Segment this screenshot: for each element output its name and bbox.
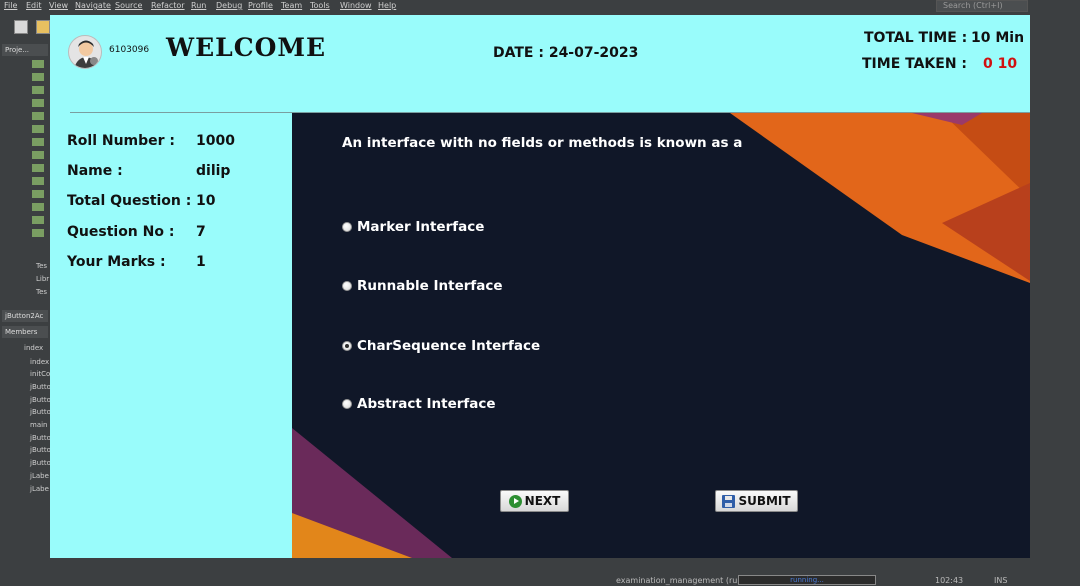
option-marker-interface[interactable]: Marker Interface	[342, 218, 484, 236]
option-label[interactable]: Runnable Interface	[357, 278, 503, 294]
status-insert-mode: INS	[994, 576, 1008, 585]
menu-navigate[interactable]: Navigate	[75, 1, 111, 10]
menu-tools[interactable]: Tools	[310, 1, 330, 10]
tree-node-icon	[32, 125, 44, 133]
time-taken-label: TIME TAKEN :	[862, 56, 968, 72]
radio-button-selected[interactable]	[342, 341, 352, 351]
tree-node-icon	[32, 99, 44, 107]
option-label[interactable]: Marker Interface	[357, 219, 484, 235]
ide-toolbar	[0, 14, 50, 40]
next-button[interactable]: NEXT	[500, 490, 569, 512]
member-item[interactable]: jLabe	[30, 472, 49, 480]
ide-menubar: File Edit View Navigate Source Refactor …	[0, 0, 1080, 14]
option-runnable-interface[interactable]: Runnable Interface	[342, 277, 503, 295]
option-abstract-interface[interactable]: Abstract Interface	[342, 395, 496, 413]
member-item[interactable]: main	[30, 421, 48, 429]
total-time-label: TOTAL TIME :	[864, 30, 968, 46]
ide-left-panel: Proje... Tes Libr Tes jButton2Ac Members…	[0, 40, 51, 560]
member-item[interactable]: jButto	[30, 383, 51, 391]
member-item[interactable]: jLabe	[30, 485, 49, 493]
name-value: dilip	[196, 163, 231, 179]
submit-button-label: SUBMIT	[738, 494, 791, 508]
tree-node-icon	[32, 164, 44, 172]
your-marks-value: 1	[196, 254, 206, 270]
total-time-value: 10 Min	[971, 30, 1025, 46]
user-id: 6103096	[109, 45, 150, 55]
ide-right-panel	[1030, 14, 1080, 560]
roll-number-label: Roll Number :	[67, 133, 176, 149]
submit-button[interactable]: SUBMIT	[715, 490, 798, 512]
total-question-value: 10	[196, 193, 216, 209]
menu-source[interactable]: Source	[115, 1, 142, 10]
menu-run[interactable]: Run	[191, 1, 206, 10]
member-item[interactable]: jButto	[30, 396, 51, 404]
roll-number-value: 1000	[196, 133, 235, 149]
new-project-icon[interactable]	[36, 20, 50, 34]
question-text: An interface with no fields or methods i…	[342, 135, 743, 151]
question-panel: An interface with no fields or methods i…	[292, 113, 1030, 558]
student-info-panel: Roll Number : 1000 Name : dilip Total Qu…	[50, 113, 292, 558]
question-background	[292, 113, 1030, 558]
time-taken-value: 0 10	[983, 56, 1018, 72]
tree-node-icon	[32, 190, 44, 198]
project-item[interactable]: Libr	[36, 275, 49, 283]
member-item[interactable]: initCo	[30, 370, 50, 378]
member-item[interactable]: index	[30, 358, 49, 366]
your-marks-label: Your Marks :	[67, 254, 166, 270]
menu-refactor[interactable]: Refactor	[151, 1, 185, 10]
exam-window: 6103096 WELCOME DATE : 24-07-2023 TOTAL …	[50, 15, 1030, 558]
member-item[interactable]: jButto	[30, 446, 51, 454]
tree-node-icon	[32, 229, 44, 237]
new-file-icon[interactable]	[14, 20, 28, 34]
tree-node-icon	[32, 86, 44, 94]
menu-file[interactable]: File	[4, 1, 17, 10]
next-arrow-icon	[508, 494, 522, 508]
tree-node-icon	[32, 151, 44, 159]
tree-node-icon	[32, 60, 44, 68]
avatar	[68, 35, 102, 69]
status-cursor-position: 102:43	[935, 576, 964, 585]
member-item[interactable]: jButto	[30, 408, 51, 416]
members-panel-title: jButton2Ac	[2, 310, 48, 322]
tree-node-icon	[32, 112, 44, 120]
question-no-value: 7	[196, 224, 206, 240]
save-disk-icon	[722, 494, 736, 508]
radio-button[interactable]	[342, 222, 352, 232]
menu-team[interactable]: Team	[281, 1, 302, 10]
status-task-text: examination_management (run)	[616, 576, 746, 585]
option-label[interactable]: Abstract Interface	[357, 396, 496, 412]
member-item[interactable]: jButto	[30, 434, 51, 442]
menu-view[interactable]: View	[49, 1, 68, 10]
members-tab[interactable]: Members	[2, 326, 48, 338]
projects-tab[interactable]: Proje...	[2, 44, 48, 56]
tree-node-icon	[32, 177, 44, 185]
ide-statusbar: examination_management (run) running... …	[0, 558, 1080, 586]
exam-date: DATE : 24-07-2023	[493, 45, 639, 61]
tree-node-icon	[32, 203, 44, 211]
option-charsequence-interface[interactable]: CharSequence Interface	[342, 337, 540, 355]
welcome-title: WELCOME	[166, 33, 327, 62]
tree-node-icon	[32, 216, 44, 224]
next-button-label: NEXT	[524, 494, 561, 508]
tree-node-icon	[32, 138, 44, 146]
radio-button[interactable]	[342, 281, 352, 291]
total-question-label: Total Question :	[67, 193, 192, 209]
project-item[interactable]: Tes	[36, 262, 47, 270]
ide-search-input[interactable]: Search (Ctrl+I)	[936, 0, 1028, 12]
radio-button[interactable]	[342, 399, 352, 409]
question-no-label: Question No :	[67, 224, 175, 240]
member-item[interactable]: jButto	[30, 459, 51, 467]
menu-edit[interactable]: Edit	[26, 1, 42, 10]
status-progress-bar: running...	[738, 575, 876, 585]
member-item[interactable]: index	[24, 344, 43, 352]
exam-header: 6103096 WELCOME DATE : 24-07-2023 TOTAL …	[50, 15, 1030, 113]
menu-profile[interactable]: Profile	[248, 1, 273, 10]
tree-node-icon	[32, 73, 44, 81]
menu-window[interactable]: Window	[340, 1, 372, 10]
menu-debug[interactable]: Debug	[216, 1, 242, 10]
menu-help[interactable]: Help	[378, 1, 396, 10]
project-item[interactable]: Tes	[36, 288, 47, 296]
name-label: Name :	[67, 163, 123, 179]
option-label[interactable]: CharSequence Interface	[357, 338, 540, 354]
